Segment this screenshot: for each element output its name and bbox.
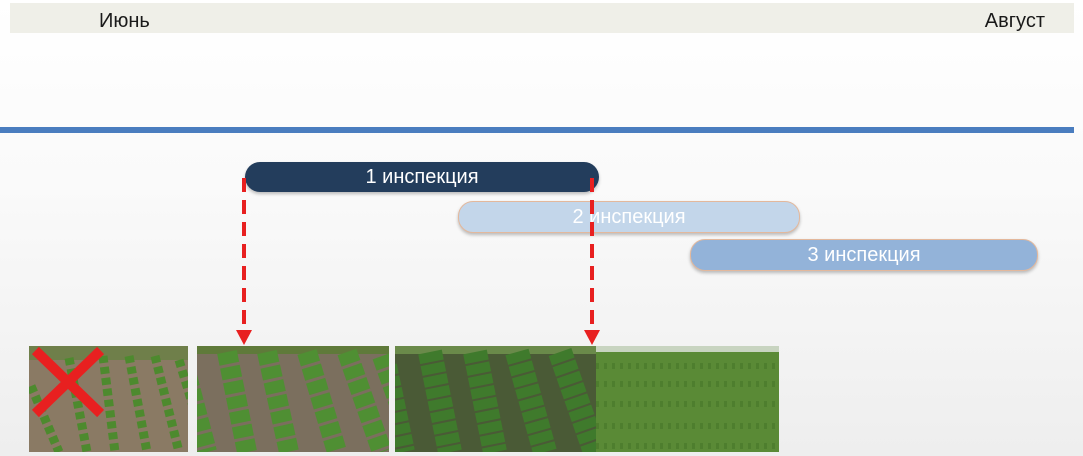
potato-rows-photo (197, 346, 389, 452)
arrow-inspection-1-end (584, 178, 600, 345)
arrow-inspection-1-start (236, 178, 252, 345)
dense-potato-rows-photo (395, 346, 596, 452)
young-potato-field-photo (29, 346, 188, 452)
closed-canopy-field-photo (596, 346, 779, 452)
